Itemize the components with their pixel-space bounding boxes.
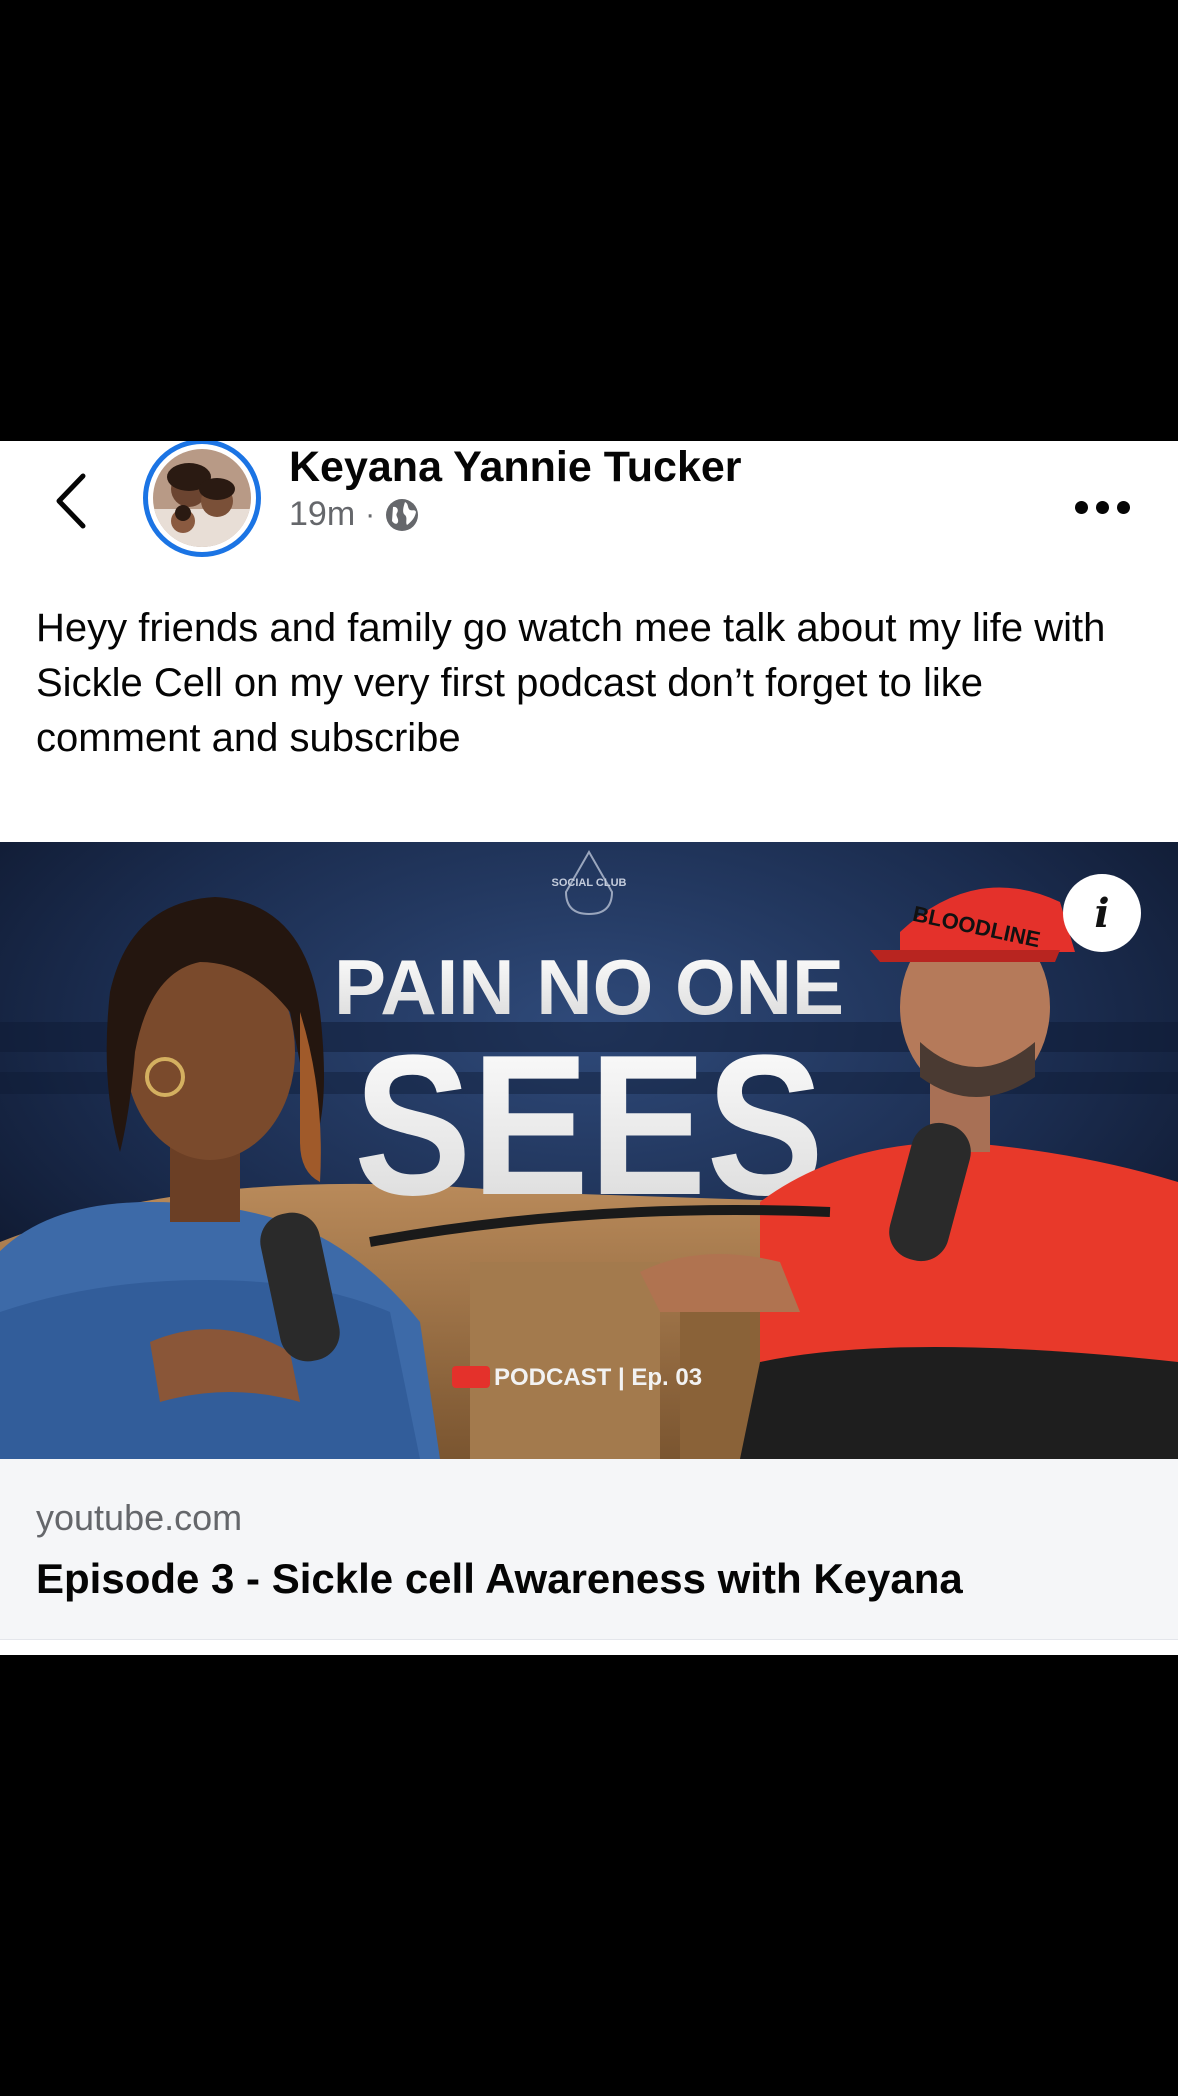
back-button[interactable] bbox=[40, 461, 100, 541]
avatar-photo bbox=[153, 449, 251, 547]
link-domain: youtube.com bbox=[36, 1497, 243, 1538]
post-header: Keyana Yannie Tucker 19m · bbox=[0, 441, 1178, 561]
link-preview-thumbnail[interactable]: SOCIAL CLUB PAIN NO ONE SEES BLOODLINE P… bbox=[0, 842, 1178, 1459]
post-text: Heyy friends and family go watch mee tal… bbox=[36, 606, 1106, 760]
meta-separator: · bbox=[365, 497, 376, 531]
thumbnail-headline-line2: SEES bbox=[354, 1014, 824, 1237]
link-preview-details[interactable]: youtube.com Episode 3 - Sickle cell Awar… bbox=[0, 1459, 1178, 1640]
link-title: Episode 3 - Sickle cell Awareness with K… bbox=[36, 1555, 963, 1602]
globe-icon bbox=[386, 498, 419, 531]
screen: Keyana Yannie Tucker 19m · Heyy friends … bbox=[0, 0, 1178, 2096]
post-card: Keyana Yannie Tucker 19m · Heyy friends … bbox=[0, 441, 1178, 1655]
post-meta: 19m · bbox=[289, 495, 419, 534]
thumbnail-image: SOCIAL CLUB PAIN NO ONE SEES BLOODLINE P… bbox=[0, 842, 1178, 1459]
post-timestamp[interactable]: 19m bbox=[289, 495, 355, 534]
info-button[interactable]: i bbox=[1063, 874, 1141, 952]
svg-text:SOCIAL CLUB: SOCIAL CLUB bbox=[552, 877, 627, 889]
chevron-left-icon bbox=[56, 473, 86, 529]
author-avatar[interactable] bbox=[143, 441, 261, 557]
svg-text:PODCAST | Ep. 03: PODCAST | Ep. 03 bbox=[494, 1364, 702, 1391]
more-options-button[interactable] bbox=[1062, 485, 1142, 529]
more-horizontal-icon bbox=[1074, 500, 1088, 514]
author-name[interactable]: Keyana Yannie Tucker bbox=[289, 443, 742, 492]
